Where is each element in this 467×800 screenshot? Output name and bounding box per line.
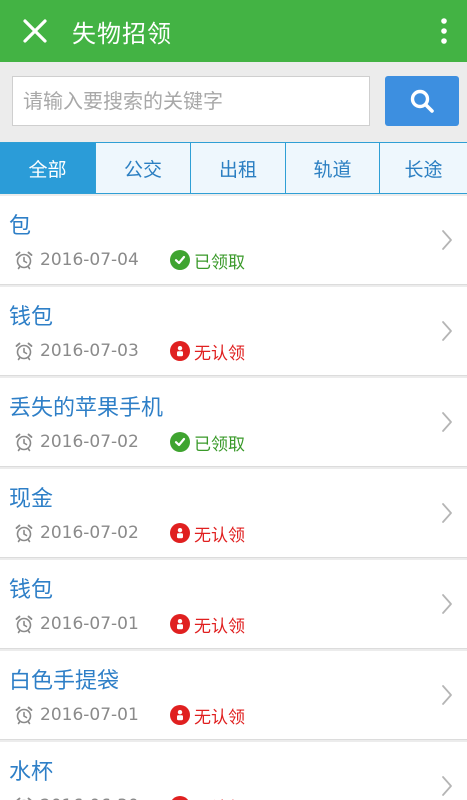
alarm-clock-icon <box>16 797 32 800</box>
status-text: 无认领 <box>194 525 245 546</box>
alert-circle-icon <box>170 796 190 800</box>
item-meta: 2016-07-01 无认领 <box>14 703 245 728</box>
alert-circle-icon <box>170 705 190 725</box>
status-badge: 已领取 <box>170 248 245 273</box>
item-meta: 2016-06-30 无认领 <box>14 794 245 800</box>
search-input[interactable] <box>12 76 370 126</box>
category-tabs: 全部 公交 出租 轨道 长途 <box>0 142 467 194</box>
item-title: 现金 <box>9 487 54 512</box>
item-meta: 2016-07-01 无认领 <box>14 612 245 637</box>
status-text: 已领取 <box>194 434 245 455</box>
list-item[interactable]: 包 2016-07-04 已领取 <box>0 196 467 285</box>
item-date: 2016-07-02 <box>40 432 139 452</box>
alert-circle-icon <box>170 614 190 634</box>
alarm-clock-icon <box>15 433 33 452</box>
page-title: 失物招领 <box>72 19 172 48</box>
check-circle-icon <box>170 432 190 452</box>
status-text: 无认领 <box>194 343 245 364</box>
status-badge: 无认领 <box>170 521 245 546</box>
title-bar: 失物招领 <box>0 0 467 62</box>
tab-taxi[interactable]: 出租 <box>191 143 286 193</box>
item-title: 水杯 <box>9 760 54 785</box>
alarm-clock-icon <box>15 615 33 634</box>
status-badge: 无认领 <box>170 703 245 728</box>
list-item[interactable]: 水杯 2016-06-30 无认领 <box>0 742 467 800</box>
item-date: 2016-07-03 <box>40 341 139 361</box>
chevron-right-icon <box>442 776 452 796</box>
status-badge: 已领取 <box>170 430 245 455</box>
status-badge: 无认领 <box>170 794 245 800</box>
item-title: 钱包 <box>9 578 54 603</box>
item-date: 2016-07-02 <box>40 523 139 543</box>
status-text: 无认领 <box>194 794 245 800</box>
alert-circle-icon <box>170 523 190 543</box>
chevron-right-icon <box>442 503 452 523</box>
list-item[interactable]: 现金 2016-07-02 无认领 <box>0 469 467 558</box>
app-window: 失物招领 全部 公交 出租 轨道 长途 包 <box>0 0 467 800</box>
item-meta: 2016-07-02 无认领 <box>14 521 245 546</box>
item-date: 2016-07-01 <box>40 705 139 725</box>
item-title: 丢失的苹果手机 <box>9 396 164 421</box>
item-date: 2016-07-01 <box>40 614 139 634</box>
status-text: 无认领 <box>194 616 245 637</box>
tab-rail[interactable]: 轨道 <box>286 143 380 193</box>
close-button[interactable] <box>6 0 64 62</box>
chevron-right-icon <box>442 412 452 432</box>
chevron-right-icon <box>442 321 452 341</box>
status-text: 已领取 <box>194 252 245 273</box>
list-item[interactable]: 白色手提袋 2016-07-01 无认领 <box>0 651 467 740</box>
item-date: 2016-06-30 <box>40 796 162 800</box>
search-button[interactable] <box>385 76 459 126</box>
check-circle-icon <box>170 250 190 270</box>
list-item[interactable]: 钱包 2016-07-01 无认领 <box>0 560 467 649</box>
tab-all[interactable]: 全部 <box>0 143 96 193</box>
item-title: 白色手提袋 <box>9 669 120 694</box>
chevron-right-icon <box>442 594 452 614</box>
close-icon <box>23 19 47 43</box>
status-badge: 无认领 <box>170 612 245 637</box>
more-menu-button[interactable] <box>429 0 459 62</box>
chevron-right-icon <box>442 685 452 705</box>
status-badge: 无认领 <box>170 339 245 364</box>
more-vertical-icon <box>441 18 447 44</box>
item-meta: 2016-07-04 已领取 <box>14 248 245 273</box>
list-item[interactable]: 丢失的苹果手机 2016-07-02 已领取 <box>0 378 467 467</box>
search-icon <box>410 89 434 113</box>
status-text: 无认领 <box>194 707 245 728</box>
item-meta: 2016-07-02 已领取 <box>14 430 245 455</box>
item-meta: 2016-07-03 无认领 <box>14 339 245 364</box>
item-title: 钱包 <box>9 305 54 330</box>
alarm-clock-icon <box>15 342 33 361</box>
item-title: 包 <box>9 214 32 239</box>
alarm-clock-icon <box>15 524 33 543</box>
list-item[interactable]: 钱包 2016-07-03 无认领 <box>0 287 467 376</box>
search-bar <box>0 62 467 142</box>
lost-item-list: 包 2016-07-04 已领取 钱包 2016-07-03 无认领 丢失的苹果… <box>0 196 467 800</box>
tab-bus[interactable]: 公交 <box>96 143 191 193</box>
alarm-clock-icon <box>15 251 33 270</box>
alert-circle-icon <box>170 341 190 361</box>
chevron-right-icon <box>442 230 452 250</box>
item-date: 2016-07-04 <box>40 250 139 270</box>
tab-long-distance[interactable]: 长途 <box>380 143 467 193</box>
alarm-clock-icon <box>15 706 33 725</box>
